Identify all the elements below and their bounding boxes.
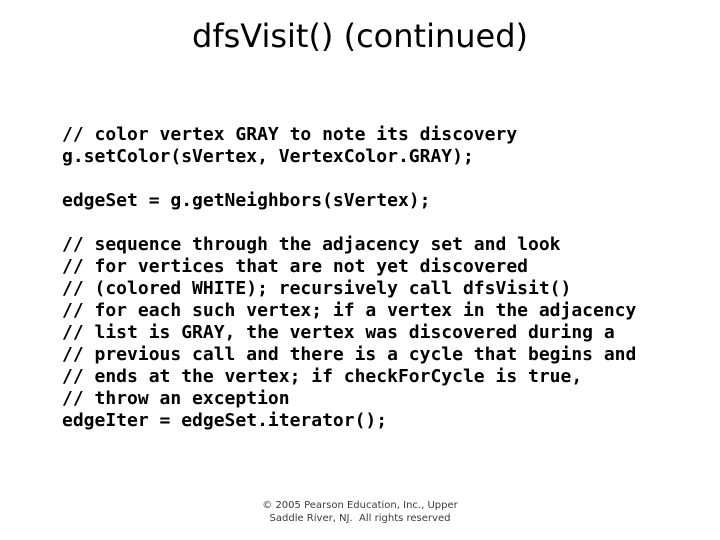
- code-line: // for each such vertex; if a vertex in …: [62, 300, 637, 321]
- code-line: // sequence through the adjacency set an…: [62, 234, 561, 255]
- copyright-footer: © 2005 Pearson Education, Inc., Upper Sa…: [0, 499, 720, 525]
- code-line: // list is GRAY, the vertex was discover…: [62, 322, 615, 343]
- code-line: edgeIter = edgeSet.iterator();: [62, 410, 388, 431]
- code-line: // throw an exception: [62, 388, 290, 409]
- page-title: dfsVisit() (continued): [192, 17, 528, 55]
- code-line: // color vertex GRAY to note its discove…: [62, 124, 518, 145]
- code-line: // previous call and there is a cycle th…: [62, 344, 637, 365]
- copyright-line-2: Saddle River, NJ. All rights reserved: [269, 513, 451, 524]
- copyright-line-1: © 2005 Pearson Education, Inc., Upper: [262, 500, 458, 511]
- code-line: // ends at the vertex; if checkForCycle …: [62, 366, 583, 387]
- slide: dfsVisit() (continued) // color vertex G…: [0, 0, 720, 540]
- code-block: // color vertex GRAY to note its discove…: [62, 124, 662, 432]
- code-line: // (colored WHITE); recursively call dfs…: [62, 278, 572, 299]
- code-line: edgeSet = g.getNeighbors(sVertex);: [62, 190, 431, 211]
- code-line: // for vertices that are not yet discove…: [62, 256, 528, 277]
- code-line: g.setColor(sVertex, VertexColor.GRAY);: [62, 146, 474, 167]
